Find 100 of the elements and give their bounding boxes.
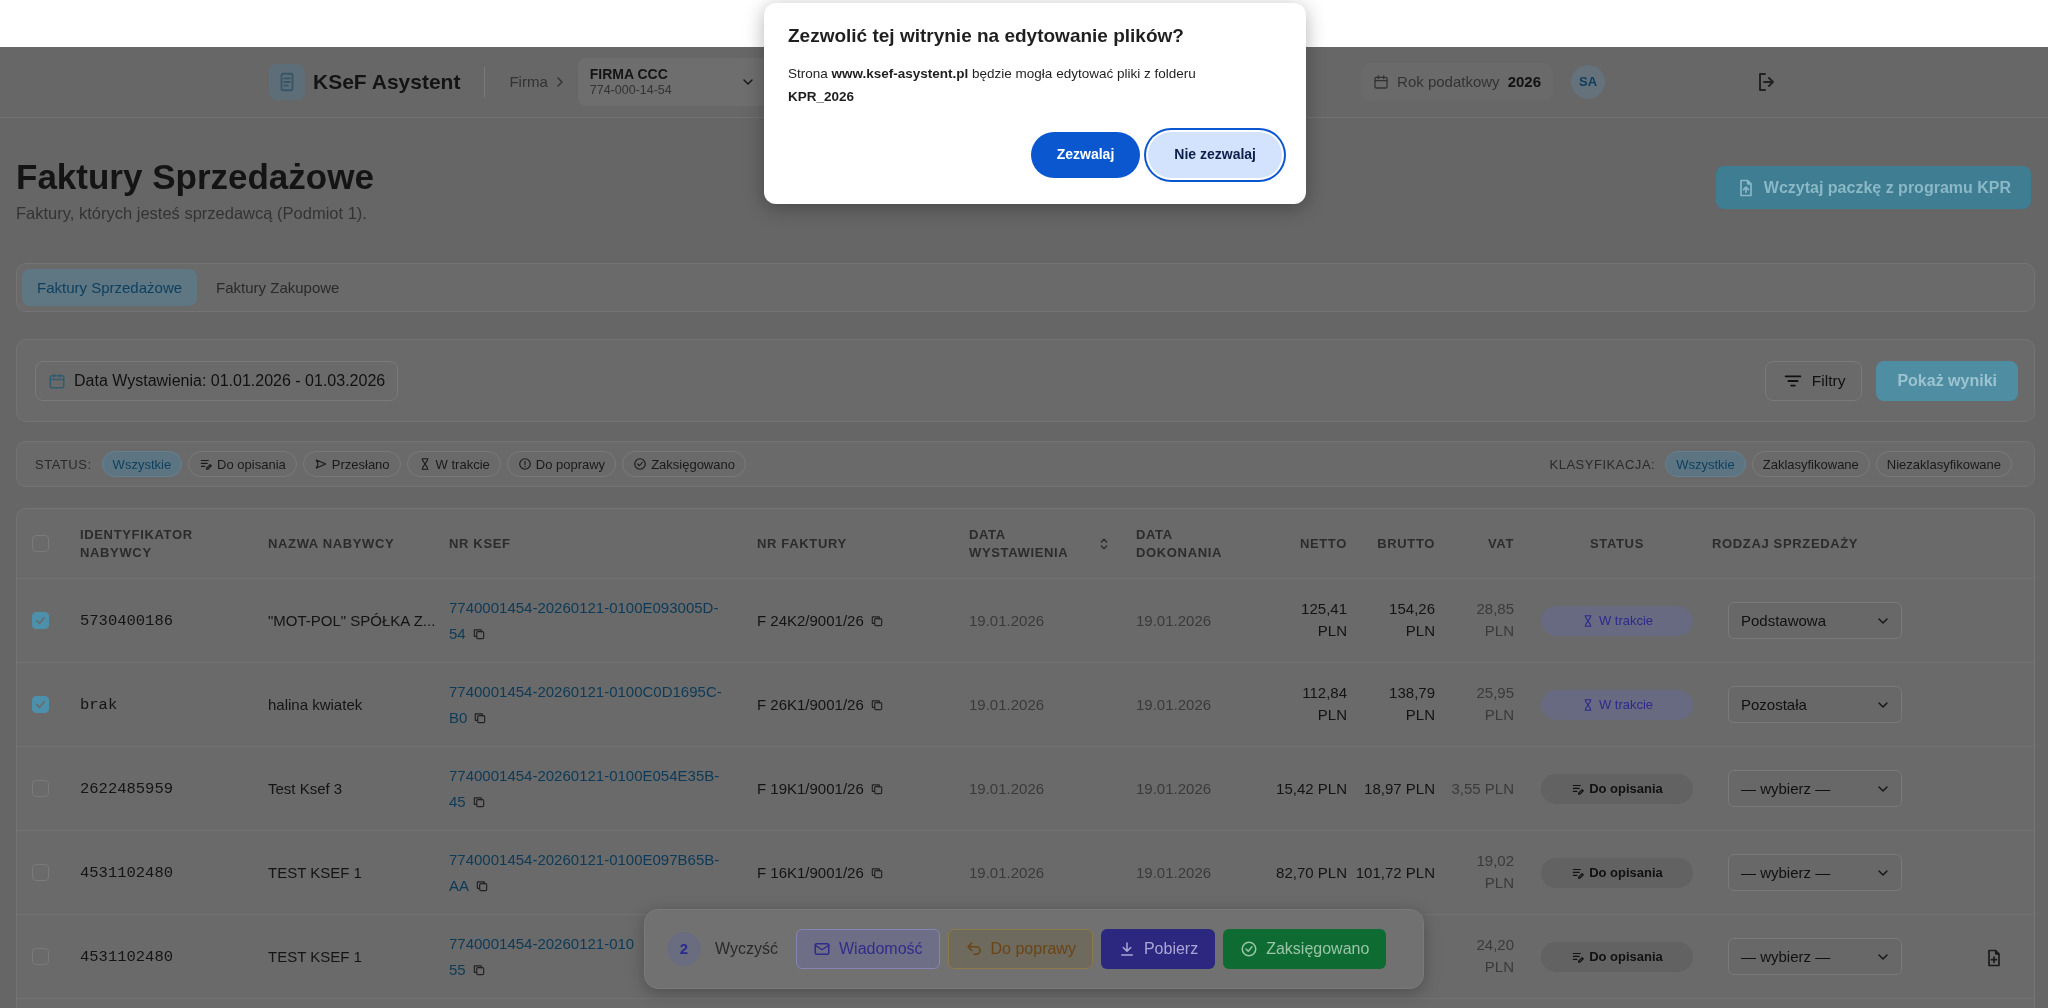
status-chip[interactable]: Przesłano [302, 451, 401, 478]
net-amount: 112,84 PLN [1302, 683, 1347, 726]
tab[interactable]: Faktury Zakupowe [201, 269, 355, 307]
check-circle-icon [1240, 940, 1259, 958]
column-header: IDENTYFIKATOR NABYWCY [80, 526, 194, 562]
status-badge: W trakcie [1541, 605, 1693, 636]
invoice-number: F 24K2/9001/26 [757, 610, 864, 631]
net-amount: 125,41 PLN [1301, 599, 1347, 642]
buyer-id: 2622485959 [80, 780, 173, 799]
sale-type-select[interactable]: — wybierz — [1728, 854, 1902, 892]
buyer-name: Test Ksef 3 [268, 779, 343, 797]
invoice-number: F 26K1/9001/26 [757, 694, 864, 715]
buyer-id: 4531102480 [80, 948, 173, 967]
copy-icon[interactable] [869, 865, 884, 880]
status-chip[interactable]: W trakcie [406, 451, 501, 478]
invoice-number: F 16K1/9001/26 [757, 862, 864, 883]
checkbox[interactable] [32, 612, 49, 630]
list-pen-icon [199, 457, 214, 472]
dialog-message: Strona www.ksef-asystent.pl będzie mogła edytować pliki z folderu KPR_2026 [788, 64, 1197, 106]
avatar[interactable]: SA [1571, 65, 1605, 99]
alert-icon [517, 457, 532, 472]
status-chip[interactable]: Wszystkie [101, 451, 183, 478]
ksef-number-link[interactable]: 7740001454-20260121-0100E054E35B- [449, 762, 720, 789]
buyer-name: TEST KSEF 1 [268, 863, 362, 881]
gross-amount: 138,79 PLN [1389, 683, 1435, 726]
status-chip[interactable]: Zaksięgowano [622, 451, 746, 478]
status-chip[interactable]: Do opisania [188, 451, 297, 478]
message-button[interactable]: Wiadomość [795, 929, 940, 969]
classification-chip[interactable]: Niezaklasyfikowane [1875, 451, 2012, 478]
sale-type-select[interactable]: Pozostała [1728, 686, 1902, 724]
classification-filter-label: KLASYFIKACJA: [1549, 455, 1656, 474]
copy-icon[interactable] [473, 710, 488, 725]
copy-icon[interactable] [869, 781, 884, 796]
dialog-title: Zezwolić tej witrynie na edytowanie plików? [788, 25, 1185, 48]
company-name: FIRMA CCC [589, 66, 669, 83]
net-amount: 82,70 PLN [1276, 862, 1347, 883]
buyer-name: TEST KSEF 1 [268, 947, 362, 965]
column-header: NR KSEF [449, 534, 511, 553]
column-header: VAT [1487, 534, 1514, 553]
download-button[interactable]: Pobierz [1100, 929, 1216, 969]
check-circle-icon [633, 457, 648, 472]
sale-type-select[interactable]: Podstawowa [1728, 602, 1902, 640]
booked-button[interactable]: Zaksięgowano [1223, 929, 1387, 969]
column-header: DATA DOKONANIA [1136, 526, 1223, 562]
sale-type-select[interactable]: — wybierz — [1728, 938, 1902, 976]
date-range-button[interactable]: Data Wystawienia: 01.01.2026 - 01.03.2026 [35, 360, 399, 401]
ksef-number-link[interactable]: 45 [449, 788, 466, 815]
selection-count: 2 [667, 932, 701, 966]
gross-amount: 154,26 PLN [1389, 599, 1435, 642]
status-badge: W trakcie [1541, 689, 1693, 720]
copy-icon[interactable] [475, 878, 489, 893]
column-header: NR FAKTURY [757, 534, 847, 553]
tab[interactable]: Faktury Sprzedażowe [22, 269, 198, 307]
status-badge: Do opisania [1541, 773, 1693, 804]
status-badge: Do opisania [1541, 857, 1693, 888]
column-header: RODZAJ SPRZEDAŻY [1712, 534, 1859, 553]
filter-button[interactable]: Filtry [1764, 360, 1863, 401]
ksef-number-link[interactable]: 54 [449, 620, 466, 647]
buyer-name: halina kwiatek [268, 695, 363, 713]
copy-icon[interactable] [471, 626, 486, 641]
buyer-id: 4531102480 [80, 864, 173, 883]
ksef-number-link[interactable]: B0 [449, 704, 468, 731]
copy-icon[interactable] [471, 962, 486, 977]
copy-icon[interactable] [471, 794, 486, 809]
column-header: STATUS [1590, 534, 1644, 553]
page-title: Faktury Sprzedażowe [16, 158, 374, 197]
app-name: KSeF Asystent [313, 69, 461, 96]
status-badge: Do opisania [1541, 941, 1693, 972]
classification-chip[interactable]: Wszystkie [1665, 451, 1746, 478]
column-header: DATA WYSTAWIENIA [969, 526, 1070, 562]
column-header: NETTO [1299, 534, 1347, 553]
copy-icon[interactable] [869, 697, 884, 712]
checkbox[interactable] [32, 696, 49, 714]
upload-button[interactable]: Wczytaj paczkę z programu KPR [1715, 166, 2031, 209]
calendar-icon [48, 371, 66, 390]
net-amount: 15,42 PLN [1276, 778, 1347, 799]
ksef-number-link[interactable]: 7740001454-20260121-0100C0D1695C- [449, 678, 722, 705]
copy-icon[interactable] [869, 613, 884, 628]
clear-link[interactable]: Wyczyść [715, 937, 778, 961]
sale-type-select[interactable]: — wybierz — [1728, 770, 1902, 808]
allow-button[interactable]: Zezwalaj [1030, 131, 1141, 178]
status-chip[interactable]: Do poprawy [506, 451, 617, 478]
ksef-number-link[interactable]: 7740001454-20260121-0100E097B65B- [449, 846, 720, 873]
ksef-number-link[interactable]: 7740001454-20260121-010 [449, 930, 635, 957]
undo-icon [964, 940, 983, 958]
column-header: NAZWA NABYWCY [268, 534, 395, 553]
gross-amount: 18,97 PLN [1364, 778, 1435, 799]
status-filter-label: STATUS: [35, 455, 92, 474]
calendar-icon [1373, 74, 1390, 90]
ksef-number-link[interactable]: 55 [449, 956, 466, 983]
show-results-button[interactable]: Pokaż wyniki [1876, 360, 2018, 401]
classification-chip[interactable]: Zaklasyfikowane [1751, 451, 1870, 478]
gross-amount: 101,72 PLN [1355, 862, 1435, 883]
invoice-number: F 19K1/9001/26 [757, 778, 864, 799]
ksef-number-link[interactable]: 7740001454-20260121-0100E093005D- [449, 594, 719, 621]
envelope-icon [812, 940, 831, 958]
buyer-id: brak [80, 696, 118, 715]
buyer-name: "MOT-POL" SPÓŁKA Z... [268, 611, 436, 629]
send-icon [313, 457, 328, 472]
ksef-number-link[interactable]: AA [449, 872, 469, 899]
